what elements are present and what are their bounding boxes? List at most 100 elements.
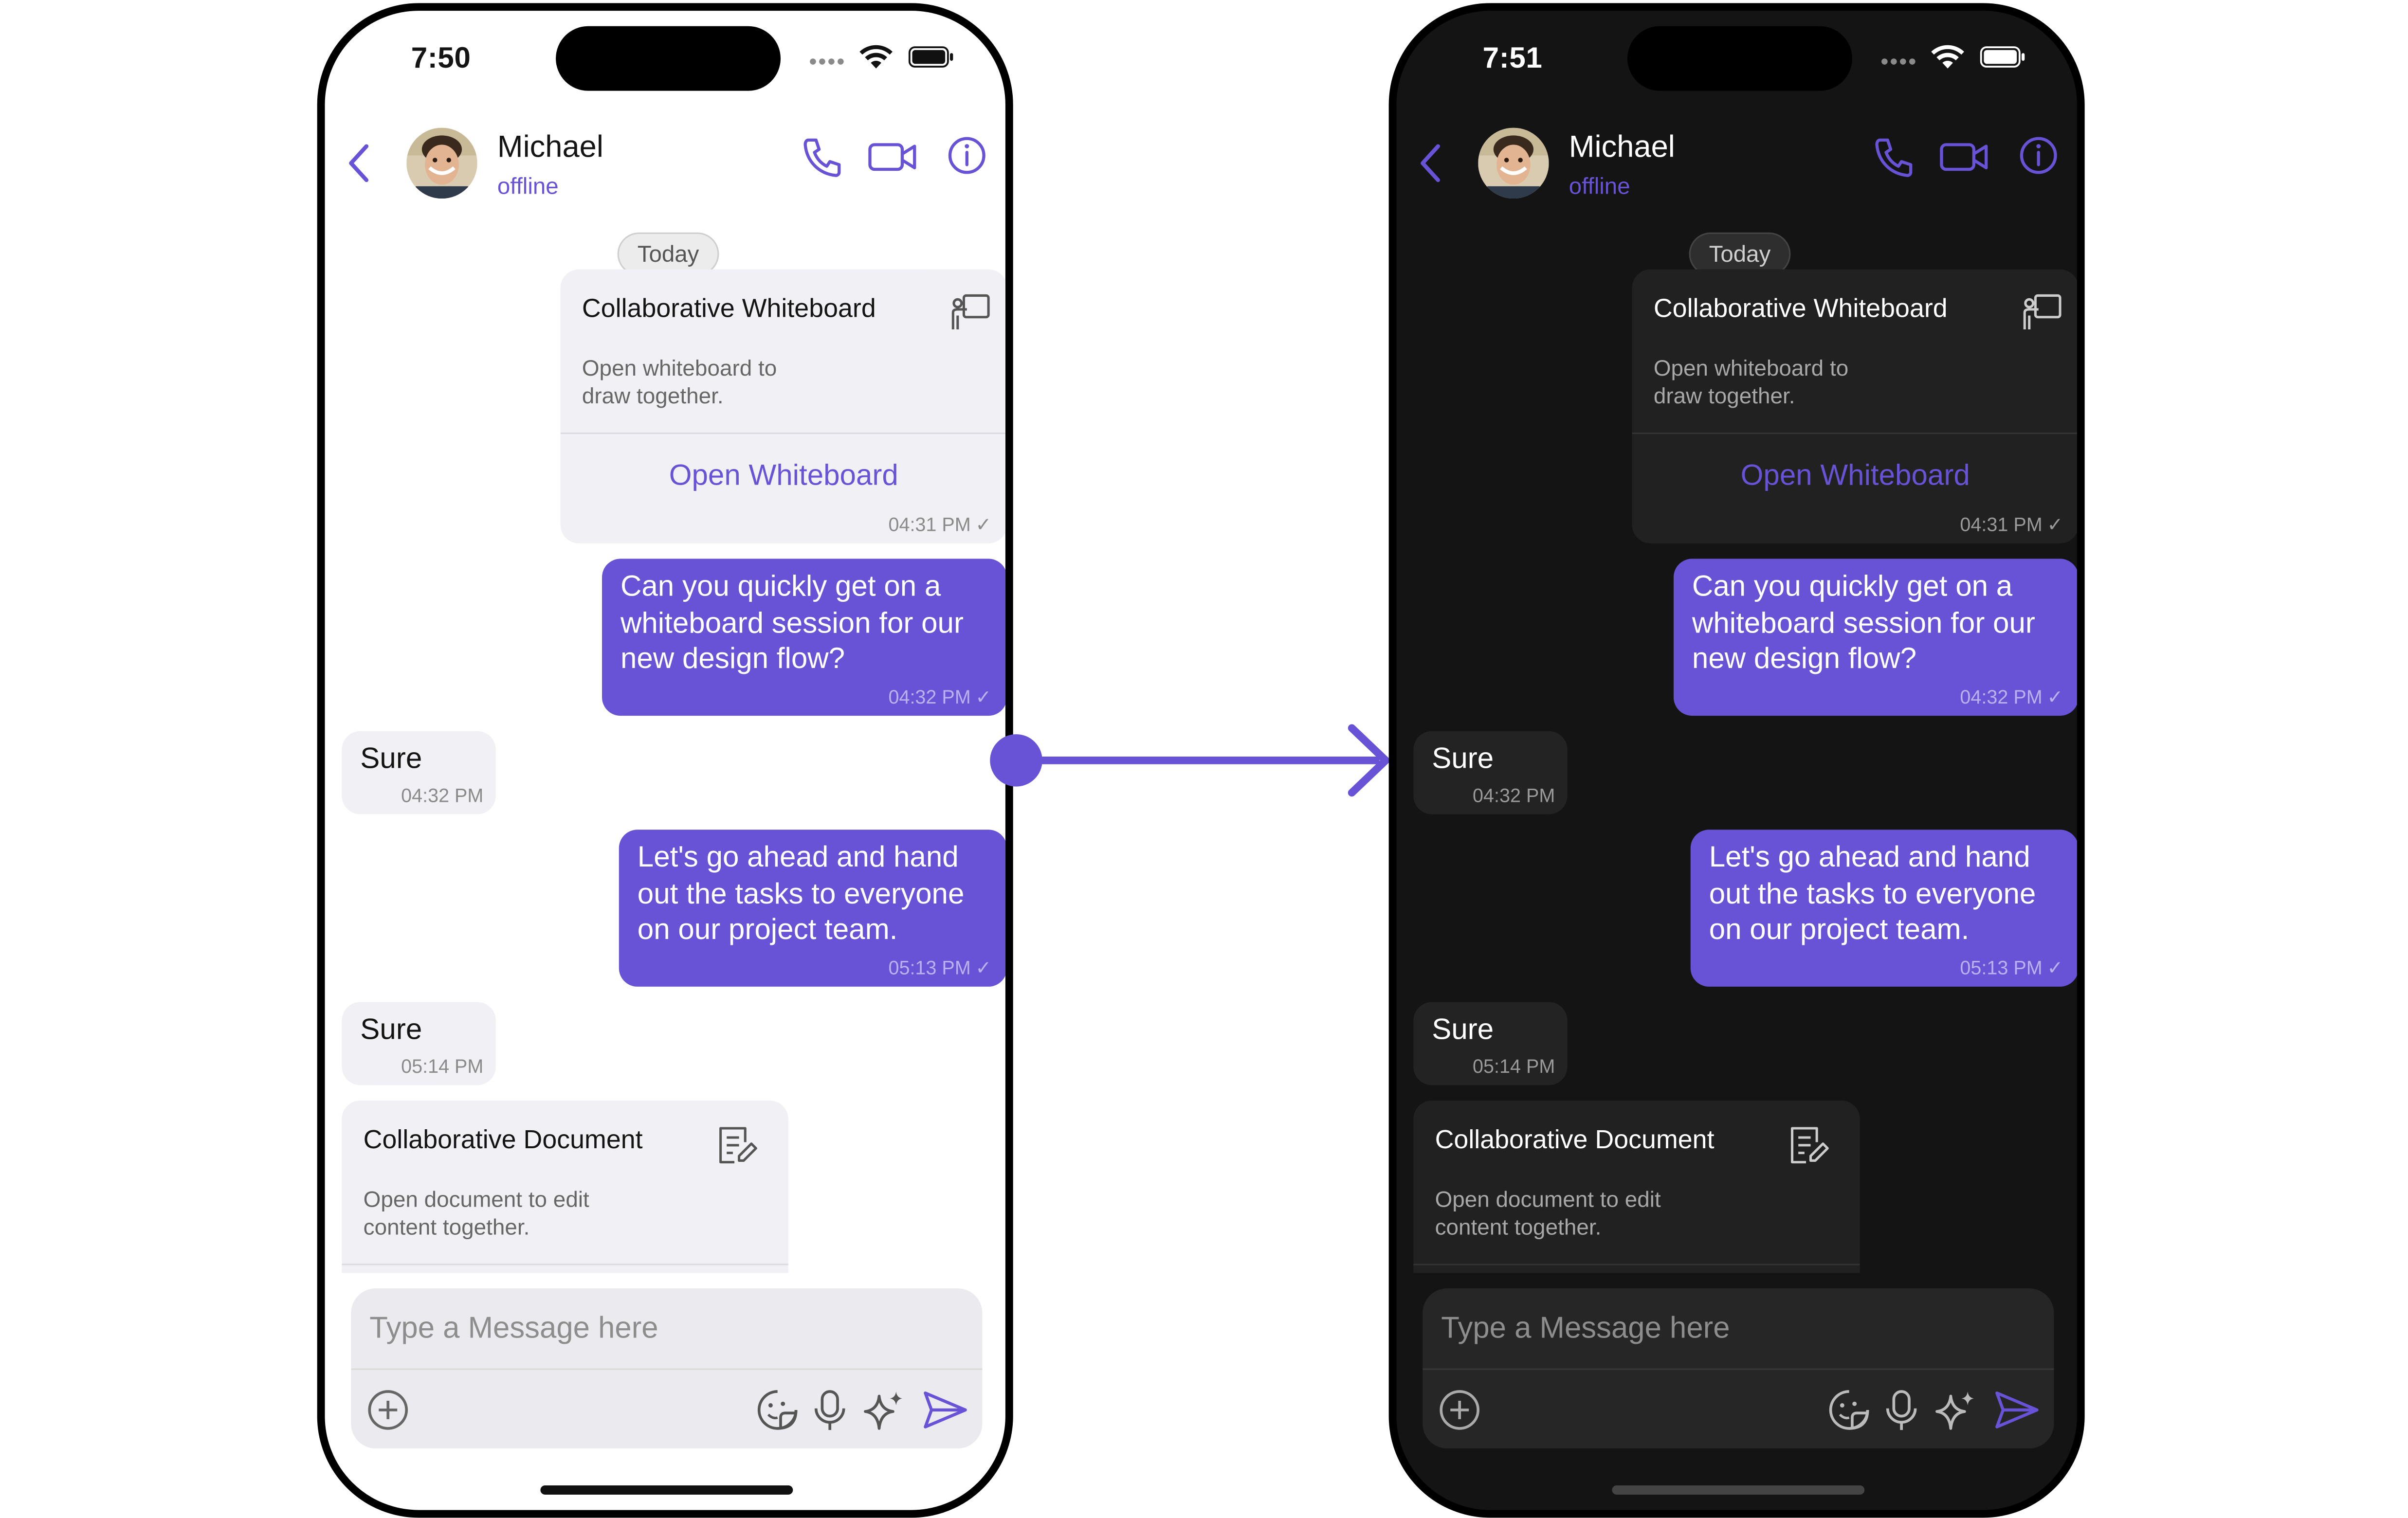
status-icons	[1881, 45, 2026, 70]
info-icon[interactable]	[2017, 134, 2060, 180]
ai-sparkle-icon[interactable]	[859, 1387, 908, 1433]
phone-call-icon[interactable]	[1872, 134, 1915, 180]
message-time: 04:32 PM	[1473, 785, 1555, 807]
back-chevron-icon[interactable]	[1415, 140, 1449, 186]
document-card: Collaborative Document Open document to …	[342, 1101, 788, 1273]
message-time: 04:32 PM ✓	[1960, 685, 2063, 708]
document-edit-icon	[1791, 1127, 1829, 1164]
signal-icon	[810, 58, 844, 65]
outgoing-message-bubble[interactable]: Let's go ahead and hand out the tasks to…	[1690, 830, 2077, 987]
chat-header: Michael offline	[1396, 119, 2077, 211]
message-time-text: 05:13 PM	[888, 957, 971, 978]
whiteboard-card-title: Collaborative Whiteboard	[582, 294, 876, 324]
microphone-icon[interactable]	[811, 1387, 848, 1433]
message-time-text: 04:32 PM	[888, 686, 971, 707]
outgoing-message-bubble[interactable]: Can you quickly get on a whiteboard sess…	[602, 559, 1005, 716]
status-time: 7:51	[1482, 43, 1543, 76]
send-icon[interactable]	[1992, 1387, 2042, 1433]
microphone-icon[interactable]	[1883, 1387, 1920, 1433]
message-time-text: 04:32 PM	[1960, 686, 2043, 707]
outgoing-message-bubble[interactable]: Can you quickly get on a whiteboard sess…	[1673, 559, 2077, 716]
whiteboard-card: Collaborative Whiteboard Open whiteboard…	[560, 269, 1005, 543]
whiteboard-icon	[2023, 294, 2061, 330]
message-text: Sure	[1432, 743, 1494, 776]
dynamic-island	[556, 26, 781, 91]
whiteboard-card-desc-1: Open whiteboard to	[582, 357, 777, 382]
composer-divider	[1423, 1368, 2054, 1370]
sticker-icon[interactable]	[754, 1387, 801, 1433]
info-icon[interactable]	[946, 134, 989, 180]
chat-header: Michael offline	[325, 119, 1005, 211]
send-icon[interactable]	[921, 1387, 970, 1433]
message-line: Can you quickly get on a	[1692, 571, 2013, 604]
whiteboard-card-time: 04:31 PM	[1960, 513, 2043, 535]
whiteboard-card: Collaborative Whiteboard Open whiteboard…	[1632, 269, 2077, 543]
phone-call-icon[interactable]	[801, 134, 844, 180]
message-line: out the tasks to everyone	[637, 878, 965, 911]
avatar[interactable]	[1478, 127, 1549, 199]
status-icons	[810, 45, 954, 70]
message-time: 05:14 PM	[1473, 1056, 1555, 1078]
read-check-icon: ✓	[975, 957, 992, 979]
attach-plus-icon[interactable]	[1437, 1387, 1483, 1433]
wifi-icon	[1931, 45, 1965, 70]
message-input[interactable]	[1423, 1288, 2054, 1369]
message-text: Let's go ahead and hand out the tasks to…	[638, 840, 965, 949]
document-card-desc-2: content together.	[363, 1216, 530, 1241]
attach-plus-icon[interactable]	[365, 1387, 411, 1433]
read-check-icon: ✓	[975, 514, 992, 536]
wifi-icon	[859, 45, 893, 70]
open-whiteboard-button[interactable]: Open Whiteboard	[561, 460, 1005, 494]
status-bar: 7:50	[325, 11, 1005, 103]
video-call-icon[interactable]	[1938, 134, 1991, 180]
card-divider	[560, 432, 1005, 434]
message-line: out the tasks to everyone	[1709, 878, 2036, 911]
card-divider	[1632, 432, 2077, 434]
composer-divider	[351, 1368, 983, 1370]
read-check-icon: ✓	[2047, 687, 2063, 708]
message-text: Can you quickly get on a whiteboard sess…	[1692, 570, 2035, 678]
message-line: new design flow?	[1692, 643, 1917, 676]
incoming-message-bubble[interactable]: Sure 05:14 PM	[342, 1002, 496, 1085]
document-card-desc-2: content together.	[1435, 1216, 1602, 1241]
contact-status: offline	[497, 174, 559, 200]
whiteboard-card-desc-1: Open whiteboard to	[1653, 357, 1849, 382]
avatar[interactable]	[406, 127, 477, 199]
outgoing-message-bubble[interactable]: Let's go ahead and hand out the tasks to…	[619, 830, 1005, 987]
read-check-icon: ✓	[2047, 957, 2063, 979]
message-input[interactable]	[351, 1288, 983, 1369]
incoming-message-bubble[interactable]: Sure 04:32 PM	[1413, 731, 1568, 814]
document-card-desc-1: Open document to edit	[1435, 1188, 1661, 1213]
phone-dark-theme: 7:51 Michael offline Today Collaborative…	[1388, 3, 2085, 1518]
comparison-stage: 7:50 Michael offline Today Collaborative…	[0, 0, 2408, 1518]
message-text: Let's go ahead and hand out the tasks to…	[1709, 840, 2036, 949]
message-time: 04:32 PM	[401, 785, 484, 807]
back-chevron-icon[interactable]	[344, 140, 378, 186]
message-text: Can you quickly get on a whiteboard sess…	[620, 570, 964, 678]
card-divider	[1413, 1264, 1860, 1265]
signal-icon	[1881, 58, 1915, 65]
open-whiteboard-button[interactable]: Open Whiteboard	[1632, 460, 2077, 494]
card-divider	[342, 1264, 788, 1265]
message-time: 04:31 PM ✓	[1960, 513, 2063, 536]
message-time: 04:32 PM ✓	[888, 685, 991, 708]
incoming-message-bubble[interactable]: Sure 04:32 PM	[342, 731, 496, 814]
phone-light-theme: 7:50 Michael offline Today Collaborative…	[317, 3, 1013, 1518]
status-time: 7:50	[411, 43, 471, 76]
ai-sparkle-icon[interactable]	[1931, 1387, 1980, 1433]
message-time: 04:31 PM ✓	[888, 513, 991, 536]
read-check-icon: ✓	[975, 687, 992, 708]
message-line: new design flow?	[620, 643, 845, 676]
incoming-message-bubble[interactable]: Sure 05:14 PM	[1413, 1002, 1568, 1085]
message-text: Sure	[360, 743, 422, 776]
message-time: 05:13 PM ✓	[1960, 956, 2063, 979]
read-check-icon: ✓	[2047, 514, 2063, 536]
transition-arrow-icon	[990, 724, 1390, 797]
contact-status: offline	[1569, 174, 1630, 200]
contact-name: Michael	[497, 130, 603, 165]
message-line: on our project team.	[637, 914, 898, 947]
video-call-icon[interactable]	[867, 134, 919, 180]
message-text: Sure	[360, 1014, 422, 1047]
sticker-icon[interactable]	[1826, 1387, 1872, 1433]
whiteboard-card-title: Collaborative Whiteboard	[1653, 294, 1948, 324]
